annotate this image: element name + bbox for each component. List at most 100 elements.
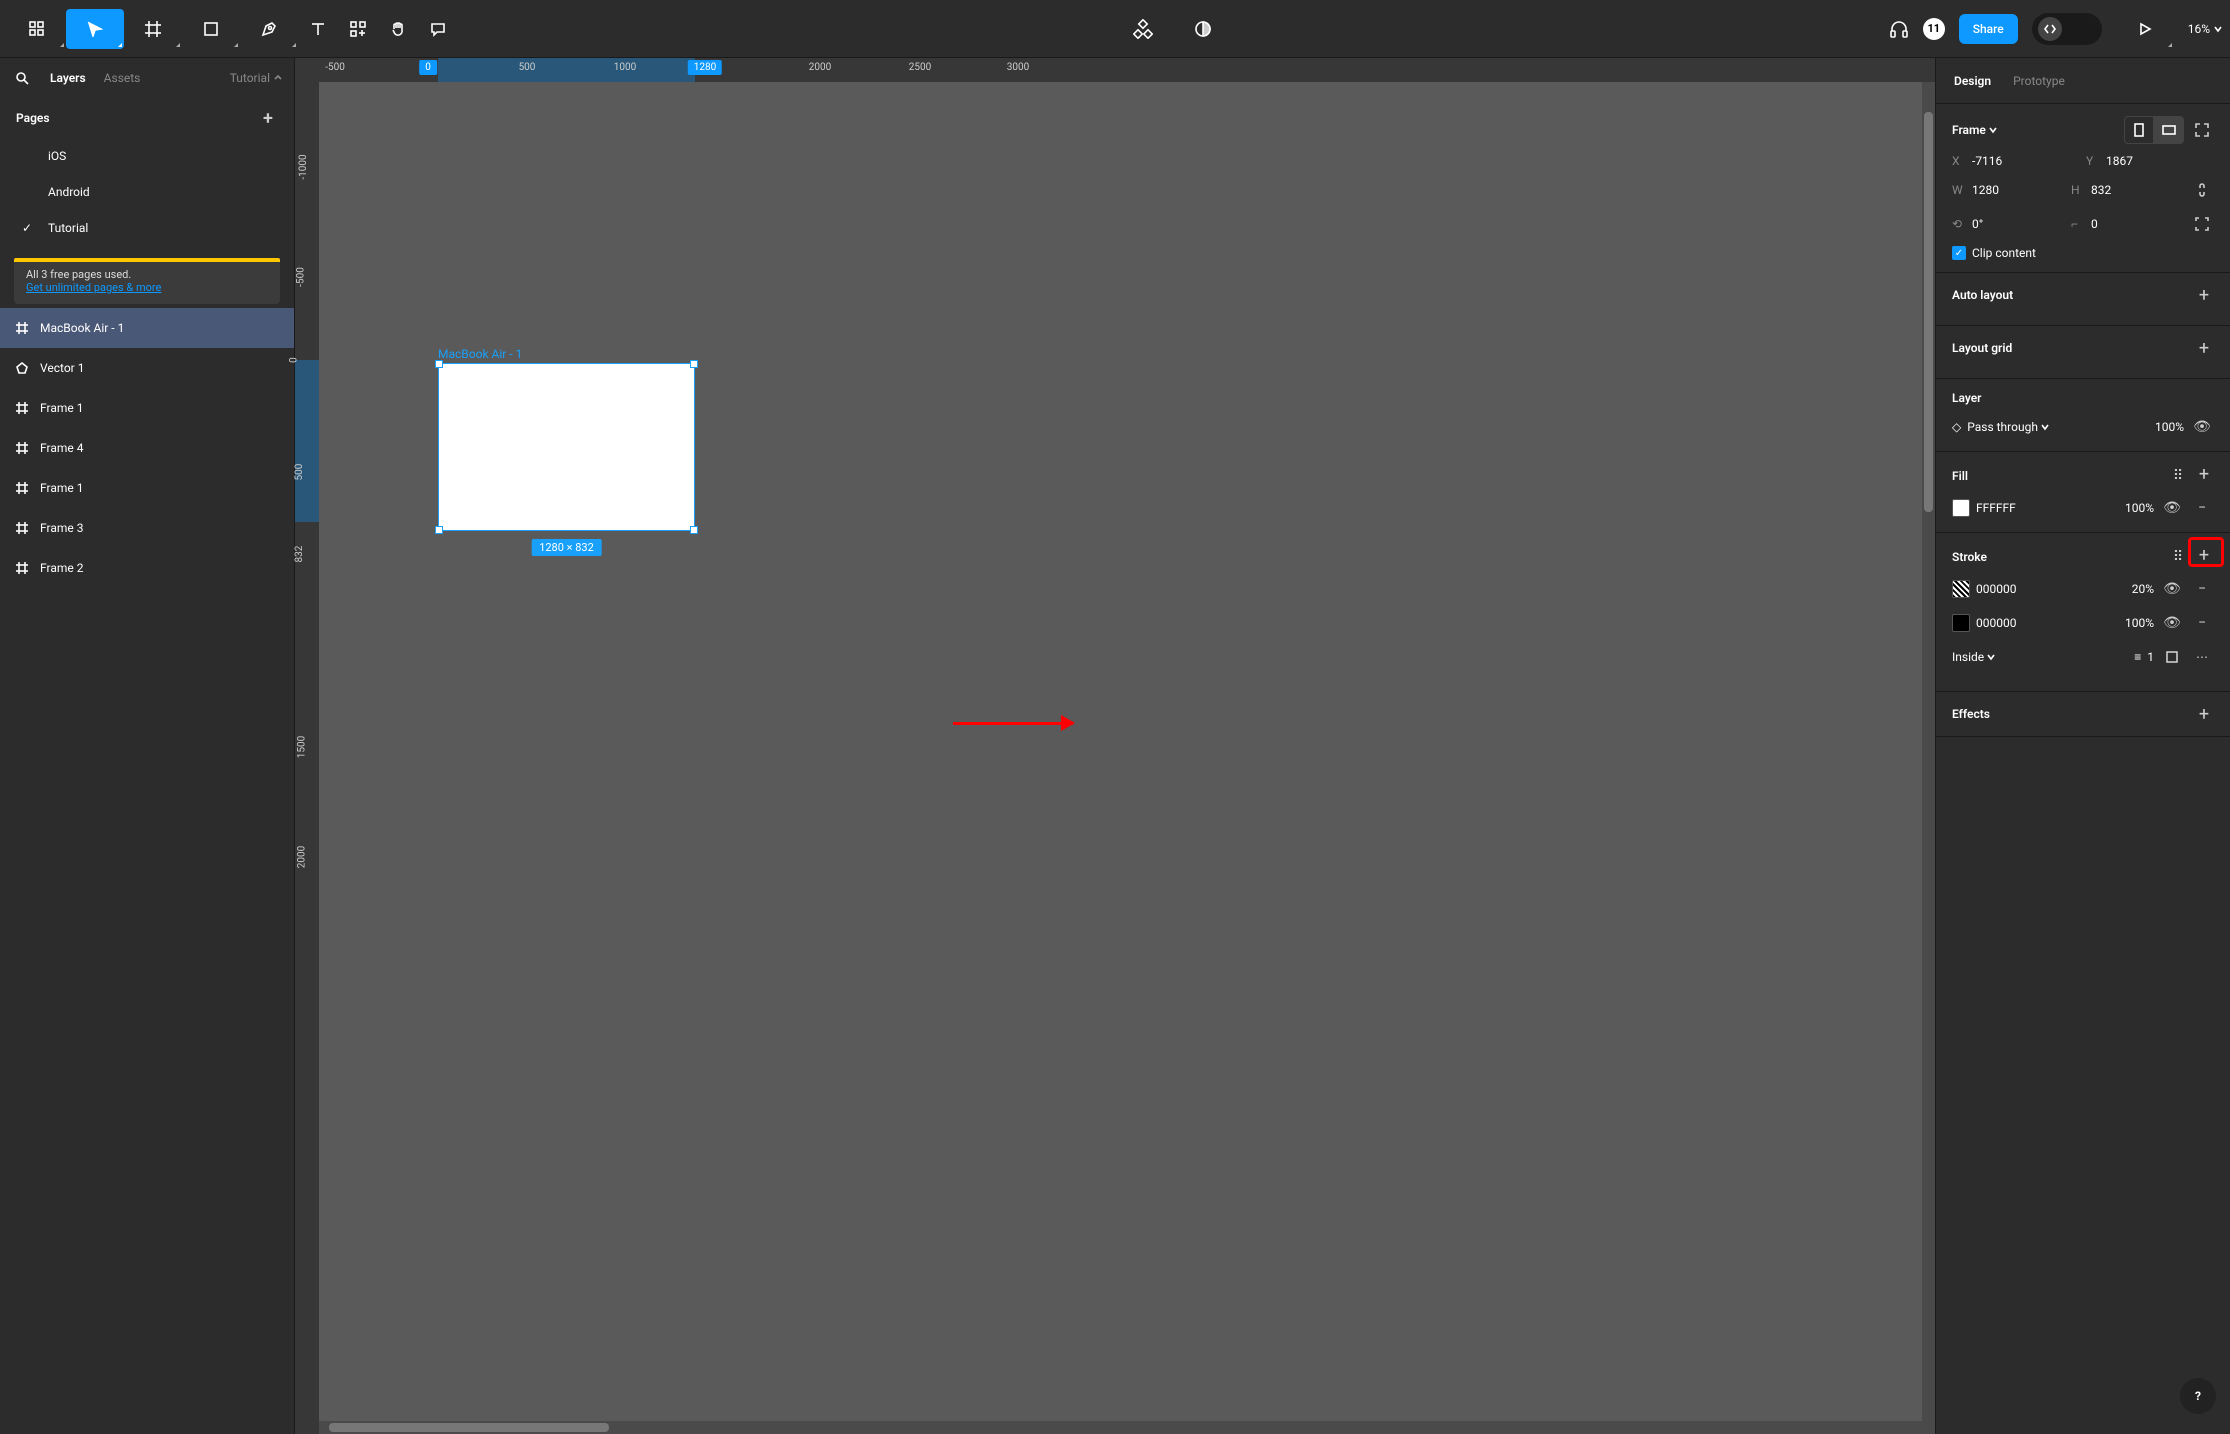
frame-icon: [14, 320, 30, 336]
frame-on-canvas[interactable]: MacBook Air - 1 1280 × 832: [438, 347, 695, 531]
remove-fill-button[interactable]: −: [2190, 496, 2214, 520]
y-input[interactable]: 1867: [2106, 154, 2133, 168]
layer-item[interactable]: Frame 3: [0, 508, 294, 548]
fill-label: Fill: [1952, 469, 1968, 483]
dimensions-label: 1280 × 832: [531, 539, 602, 556]
visibility-icon[interactable]: 👁: [2190, 415, 2214, 439]
share-button[interactable]: Share: [1959, 14, 2018, 44]
radius-icon: ⌐: [2071, 217, 2085, 231]
add-effect-button[interactable]: +: [2194, 704, 2214, 724]
stroke-position-dropdown[interactable]: Inside: [1952, 650, 1995, 664]
comment-tool[interactable]: [418, 9, 458, 49]
canvas-area[interactable]: -500 0 500 1000 1280 2000 2500 3000 -100…: [295, 58, 1935, 1434]
frame-label[interactable]: MacBook Air - 1: [438, 347, 695, 361]
polygon-icon: [14, 360, 30, 376]
fill-opacity[interactable]: 100%: [2125, 501, 2154, 515]
fill-swatch[interactable]: [1952, 499, 1970, 517]
portrait-button[interactable]: [2124, 116, 2154, 144]
vertical-scrollbar[interactable]: [1922, 82, 1935, 1434]
prototype-tab[interactable]: Prototype: [2013, 74, 2065, 88]
resources-tool[interactable]: [338, 9, 378, 49]
fill-visibility-icon[interactable]: 👁: [2160, 496, 2184, 520]
layer-item[interactable]: Frame 1: [0, 468, 294, 508]
stroke-visibility-icon[interactable]: 👁: [2160, 611, 2184, 635]
blend-mode-icon: ◇: [1952, 420, 1961, 434]
shape-tool[interactable]: [182, 9, 240, 49]
add-fill-button[interactable]: +: [2194, 464, 2214, 484]
height-input[interactable]: 832: [2091, 183, 2111, 197]
page-selector[interactable]: Tutorial: [230, 71, 282, 85]
layer-item[interactable]: Vector 1: [0, 348, 294, 388]
help-button[interactable]: ?: [2180, 1378, 2216, 1414]
page-item[interactable]: Tutorial: [0, 210, 294, 246]
pages-label: Pages: [16, 111, 50, 125]
add-page-button[interactable]: +: [258, 108, 278, 128]
remove-stroke-button[interactable]: −: [2190, 577, 2214, 601]
layer-item[interactable]: Frame 4: [0, 428, 294, 468]
text-tool[interactable]: [298, 9, 338, 49]
stroke-opacity[interactable]: 100%: [2125, 616, 2154, 630]
clip-content-checkbox[interactable]: ✓: [1952, 246, 1966, 260]
actions-icon[interactable]: [1123, 9, 1163, 49]
hand-tool[interactable]: [378, 9, 418, 49]
resize-handle[interactable]: [435, 526, 443, 534]
frame-type-dropdown[interactable]: Frame: [1952, 123, 1997, 137]
headphones-icon[interactable]: [1889, 9, 1909, 49]
fill-styles-icon[interactable]: ⠿: [2166, 464, 2190, 488]
fill-hex[interactable]: FFFFFF: [1976, 501, 2016, 515]
page-item[interactable]: iOS: [0, 138, 294, 174]
page-item[interactable]: Android: [0, 174, 294, 210]
stroke-styles-icon[interactable]: ⠿: [2166, 545, 2190, 569]
resize-handle[interactable]: [435, 360, 443, 368]
stroke-hex[interactable]: 000000: [1976, 582, 2016, 596]
stroke-label: Stroke: [1952, 550, 1987, 564]
remove-stroke-button[interactable]: −: [2190, 611, 2214, 635]
add-layout-grid-button[interactable]: +: [2194, 338, 2214, 358]
constrain-proportions-icon[interactable]: [2190, 178, 2214, 202]
move-tool[interactable]: [66, 9, 124, 49]
main-menu-button[interactable]: [8, 9, 66, 49]
resize-handle[interactable]: [690, 360, 698, 368]
present-button[interactable]: [2116, 9, 2174, 49]
pen-tool[interactable]: [240, 9, 298, 49]
stroke-opacity[interactable]: 20%: [2132, 582, 2154, 596]
stroke-swatch[interactable]: [1952, 580, 1970, 598]
stroke-visibility-icon[interactable]: 👁: [2160, 577, 2184, 601]
auto-layout-label: Auto layout: [1952, 288, 2013, 302]
radius-input[interactable]: 0: [2091, 217, 2098, 231]
zoom-dropdown[interactable]: 16%: [2188, 22, 2222, 36]
stroke-swatch[interactable]: [1952, 614, 1970, 632]
layer-section-label: Layer: [1952, 391, 1982, 405]
blend-mode-dropdown[interactable]: Pass through: [1967, 420, 2049, 434]
dev-mode-toggle[interactable]: [2032, 13, 2102, 45]
dark-mode-icon[interactable]: [1183, 9, 1223, 49]
stroke-weight-input[interactable]: 1: [2147, 650, 2154, 664]
independent-corners-icon[interactable]: [2190, 212, 2214, 236]
user-avatar[interactable]: 11: [1923, 18, 1945, 40]
upsell-link[interactable]: Get unlimited pages & more: [26, 281, 268, 294]
layer-item[interactable]: Frame 2: [0, 548, 294, 588]
x-input[interactable]: -7116: [1972, 154, 2002, 168]
add-auto-layout-button[interactable]: +: [2194, 285, 2214, 305]
stroke-advanced-icon[interactable]: ⋯: [2190, 645, 2214, 669]
search-icon[interactable]: [12, 68, 32, 88]
annotation-arrow: [953, 722, 1073, 725]
resize-handle[interactable]: [690, 526, 698, 534]
frame-tool[interactable]: [124, 9, 182, 49]
assets-tab[interactable]: Assets: [104, 71, 141, 85]
stroke-hex[interactable]: 000000: [1976, 616, 2016, 630]
layers-tab[interactable]: Layers: [50, 71, 86, 85]
code-icon: [2038, 17, 2062, 41]
landscape-button[interactable]: [2154, 116, 2184, 144]
clip-content-label: Clip content: [1972, 246, 2036, 260]
frame-icon: [14, 560, 30, 576]
layer-item[interactable]: Frame 1: [0, 388, 294, 428]
stroke-per-side-icon[interactable]: [2160, 645, 2184, 669]
layer-item[interactable]: MacBook Air - 1: [0, 308, 294, 348]
design-tab[interactable]: Design: [1954, 74, 1991, 88]
resize-to-fit-icon[interactable]: [2190, 118, 2214, 142]
width-input[interactable]: 1280: [1972, 183, 1999, 197]
layer-opacity-input[interactable]: 100%: [2155, 420, 2184, 434]
rotation-input[interactable]: 0°: [1972, 217, 1983, 231]
horizontal-scrollbar[interactable]: [319, 1421, 1922, 1434]
